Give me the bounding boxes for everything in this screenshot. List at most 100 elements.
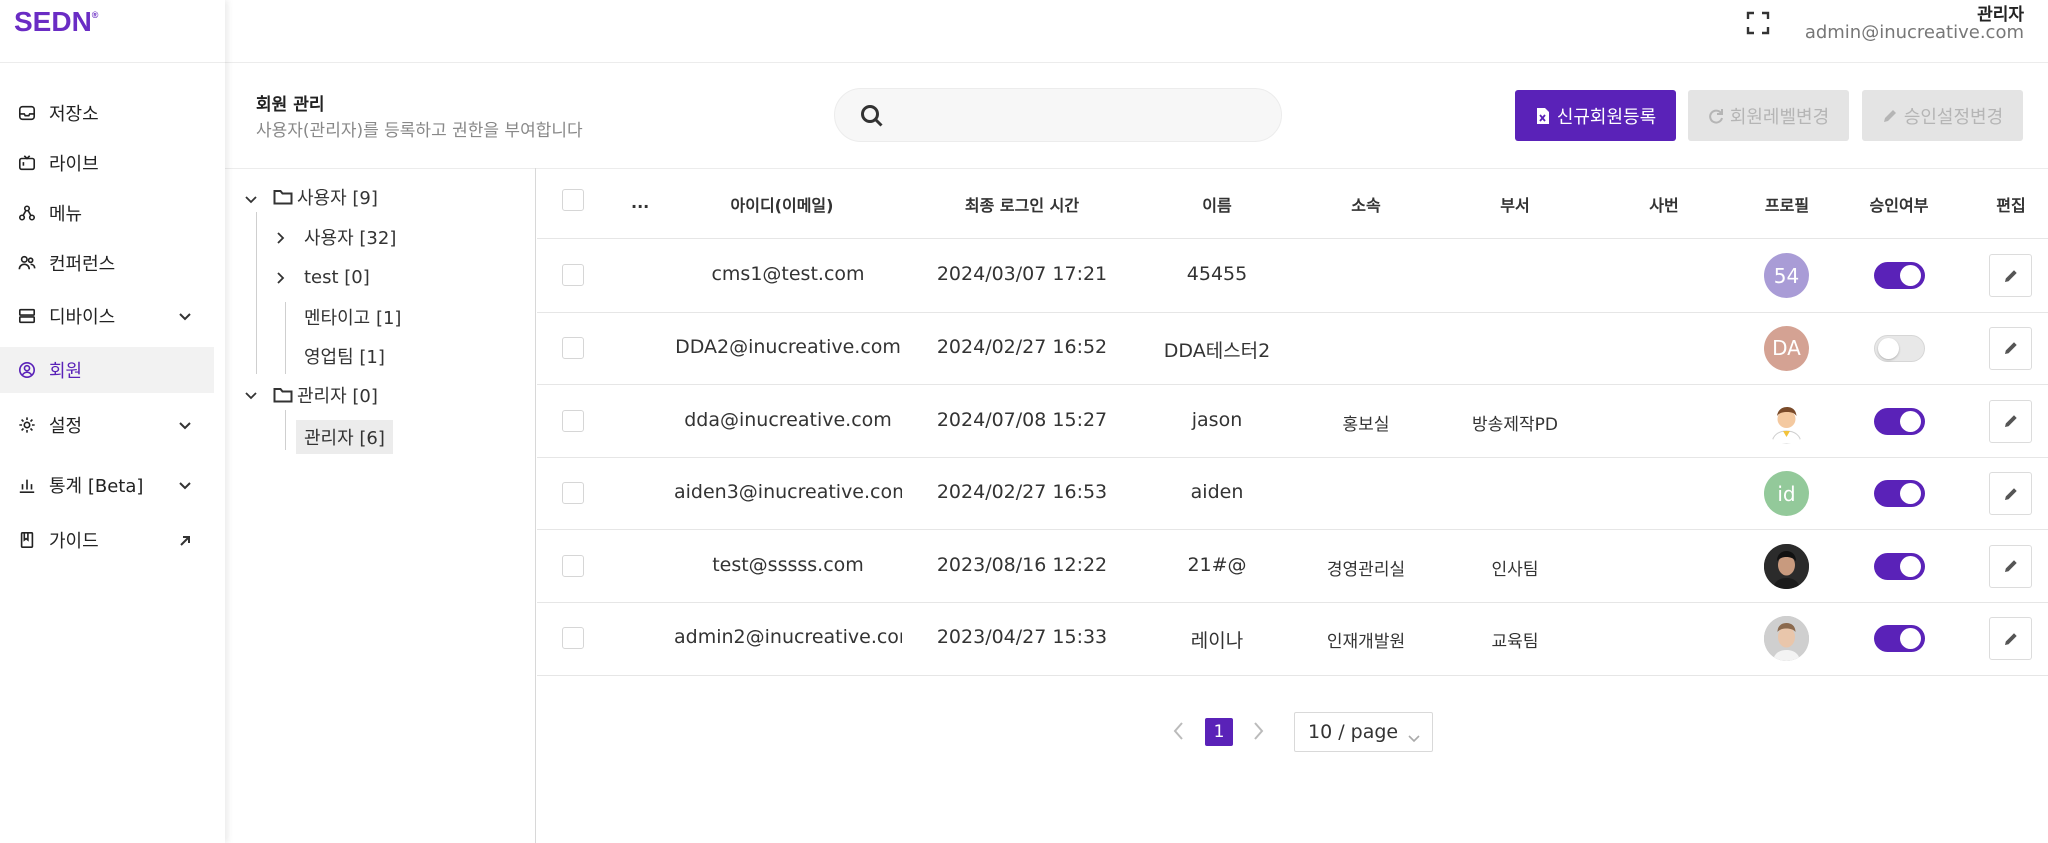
pencil-icon — [2003, 268, 2019, 284]
tree-node-users-sub[interactable]: 사용자 [32] — [304, 222, 396, 252]
archive-icon — [17, 103, 37, 123]
divider — [537, 602, 2048, 603]
approval-toggle[interactable] — [1874, 480, 1925, 508]
row-last-login: 2024/02/27 16:53 — [936, 481, 1108, 504]
refresh-icon — [1708, 107, 1724, 125]
tree-guide-line — [285, 410, 286, 450]
sidebar-item-menu[interactable]: 메뉴 — [0, 190, 214, 236]
row-last-login: 2024/03/07 17:21 — [936, 263, 1108, 286]
divider — [537, 238, 2048, 239]
row-email: admin2@inucreative.com — [674, 626, 902, 649]
column-header-employee-no[interactable]: 사번 — [1649, 192, 1678, 216]
sidebar-item-live[interactable]: 라이브 — [0, 140, 214, 186]
row-checkbox[interactable] — [562, 409, 584, 432]
tree-node-mentor[interactable]: 멘타이고 [1] — [304, 302, 401, 332]
row-last-login: 2023/04/27 15:33 — [936, 626, 1108, 649]
sidebar-item-conference[interactable]: 컨퍼런스 — [0, 240, 214, 286]
page-number-current[interactable]: 1 — [1205, 718, 1233, 746]
sidebar-item-statistics[interactable]: 통계 [Beta] — [0, 462, 214, 508]
pencil-icon — [1882, 107, 1898, 125]
change-approval-button[interactable]: 승인설정변경 — [1862, 90, 2023, 141]
edit-button[interactable] — [1989, 326, 2032, 370]
tree-node-admins-sub[interactable]: 관리자 [6] — [296, 420, 393, 454]
tree-node-sales[interactable]: 영업팀 [1] — [304, 341, 385, 371]
column-header-id[interactable]: 아이디(이메일) — [731, 192, 834, 216]
edit-button[interactable] — [1989, 399, 2032, 443]
select-all-checkbox[interactable] — [562, 189, 584, 211]
row-department: 인사팀 — [1491, 559, 1539, 580]
sidebar-item-storage[interactable]: 저장소 — [0, 90, 214, 136]
approval-toggle[interactable] — [1874, 334, 1925, 362]
page-subtitle: 사용자(관리자)를 등록하고 권한을 부여합니다 — [256, 121, 583, 141]
toggle-knob — [1900, 628, 1921, 650]
row-last-login: 2024/02/27 16:52 — [936, 335, 1108, 358]
column-header-name[interactable]: 이름 — [1202, 192, 1231, 216]
register-member-button[interactable]: 신규회원등록 — [1515, 90, 1676, 141]
pencil-icon — [2003, 558, 2019, 574]
edit-button[interactable] — [1989, 617, 2032, 661]
chevron-down-icon[interactable] — [245, 387, 257, 400]
menu-nodes-icon — [17, 203, 37, 223]
tree-guide-line — [285, 302, 286, 374]
edit-button[interactable] — [1989, 544, 2032, 588]
approval-toggle[interactable] — [1874, 625, 1925, 653]
tree-node-label: 멘타이고 [1] — [304, 308, 402, 329]
tree-node-label: 사용자 [32] — [304, 228, 397, 249]
column-header-affiliation[interactable]: 소속 — [1351, 192, 1380, 216]
row-email: aiden3@inucreative.com — [674, 481, 902, 504]
change-level-button[interactable]: 회원레벨변경 — [1688, 90, 1849, 141]
divider — [535, 168, 536, 843]
row-checkbox[interactable] — [562, 627, 584, 650]
fullscreen-icon[interactable] — [1745, 10, 1771, 36]
edit-button[interactable] — [1989, 254, 2032, 298]
approval-toggle[interactable] — [1874, 552, 1925, 580]
chevron-right-icon[interactable] — [275, 269, 287, 284]
app-logo[interactable]: SEDN® — [14, 6, 98, 38]
tree-node-users[interactable]: 사용자 [9] — [273, 182, 378, 212]
sidebar-item-settings[interactable]: 설정 — [0, 402, 214, 448]
divider — [0, 62, 225, 63]
column-header-department[interactable]: 부서 — [1500, 192, 1529, 216]
tree-node-admins[interactable]: 관리자 [0] — [273, 380, 378, 410]
sidebar-item-members[interactable]: 회원 — [0, 347, 214, 393]
search-input[interactable] — [901, 99, 1261, 133]
avatar — [1764, 616, 1809, 662]
row-checkbox[interactable] — [562, 336, 584, 359]
row-email: DDA2@inucreative.com — [675, 335, 901, 358]
edit-button[interactable] — [1989, 472, 2032, 516]
sidebar-item-guide[interactable]: 가이드 — [0, 517, 214, 563]
tree-node-label: test [0] — [304, 266, 370, 288]
more-menu[interactable]: ... — [631, 193, 649, 212]
server-icon — [17, 306, 37, 326]
tree-node-test[interactable]: test [0] — [304, 262, 370, 292]
approval-toggle[interactable] — [1874, 407, 1925, 435]
chevron-down-icon[interactable] — [245, 191, 257, 204]
row-checkbox[interactable] — [562, 482, 584, 505]
search-bar — [834, 88, 1282, 142]
prev-page-icon[interactable] — [1171, 720, 1185, 742]
page-size-value: 10 / page — [1308, 721, 1399, 743]
avatar: 54 — [1764, 253, 1809, 299]
chevron-down-icon — [1408, 727, 1420, 743]
page-title: 회원 관리 — [256, 95, 325, 115]
row-name: jason — [1191, 408, 1243, 431]
approval-toggle[interactable] — [1874, 262, 1925, 290]
row-name: 45455 — [1186, 263, 1248, 286]
next-page-icon[interactable] — [1252, 720, 1266, 742]
chevron-down-icon — [178, 308, 192, 322]
chevron-down-icon — [178, 477, 192, 491]
change-approval-label: 승인설정변경 — [1903, 106, 2004, 127]
row-checkbox[interactable] — [562, 554, 584, 577]
divider — [225, 168, 2048, 169]
tv-icon — [17, 153, 37, 173]
search-icon[interactable] — [859, 103, 885, 129]
page-size-select[interactable]: 10 / page — [1294, 712, 1433, 752]
sidebar-item-device[interactable]: 디바이스 — [0, 293, 214, 339]
sidebar-item-label: 통계 [Beta] — [49, 476, 144, 497]
row-checkbox[interactable] — [562, 264, 584, 287]
row-department: 방송제작PD — [1472, 414, 1558, 435]
chevron-right-icon[interactable] — [275, 229, 287, 244]
toggle-knob — [1878, 337, 1899, 359]
folder-icon — [273, 188, 293, 206]
column-header-last-login[interactable]: 최종 로그인 시간 — [965, 192, 1079, 216]
